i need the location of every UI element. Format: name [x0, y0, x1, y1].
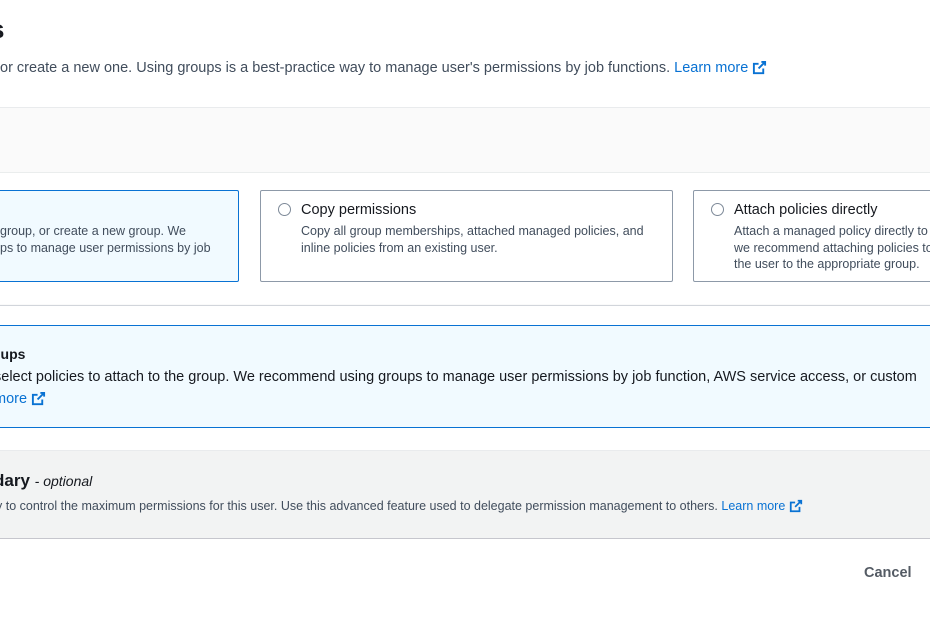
option-description: group, or create a new group. We ps to m… — [0, 224, 211, 255]
copy-permissions-radio[interactable] — [278, 203, 291, 216]
external-link-icon — [753, 60, 767, 75]
user-groups-link-row: more — [0, 391, 46, 407]
learn-more-label: Learn more — [674, 60, 749, 76]
option-description: Copy all group memberships, attached man… — [301, 224, 644, 255]
permissions-boundary-description: y to control the maximum permissions for… — [0, 499, 803, 513]
attach-policies-radio[interactable] — [711, 203, 724, 216]
option-description: Attach a managed policy directly to we r… — [734, 224, 930, 271]
groups-link-label: more — [0, 391, 28, 407]
boundary-link-label: Learn more — [721, 499, 786, 513]
permission-options-header — [0, 108, 930, 173]
permissions-boundary-title: dary - optional — [0, 471, 93, 490]
intro-text: or create a new one. Using groups is a b… — [0, 60, 767, 76]
learn-more-link[interactable]: Learn more — [674, 60, 767, 76]
user-groups-description: select policies to attach to the group. … — [0, 369, 917, 385]
permissions-boundary-panel[interactable] — [0, 450, 930, 539]
option-title: Copy permissions — [301, 202, 417, 218]
option-title: Attach policies directly — [734, 202, 878, 218]
option-card-add-to-group[interactable]: group, or create a new group. We ps to m… — [0, 190, 239, 282]
groups-learn-more-link[interactable]: more — [0, 391, 46, 407]
external-link-icon — [790, 499, 803, 513]
option-card-attach-policies[interactable]: Attach policies directly Attach a manage… — [693, 190, 930, 282]
cancel-button[interactable]: Cancel — [864, 565, 912, 581]
boundary-learn-more-link[interactable]: Learn more — [721, 499, 803, 513]
option-card-copy-permissions[interactable]: Copy permissions Copy all group membersh… — [260, 190, 673, 282]
page-title: s — [0, 14, 4, 45]
optional-label: - optional — [34, 473, 93, 489]
external-link-icon — [31, 391, 46, 406]
user-groups-title: oups — [0, 346, 26, 362]
intro-description: or create a new one. Using groups is a b… — [0, 60, 671, 76]
